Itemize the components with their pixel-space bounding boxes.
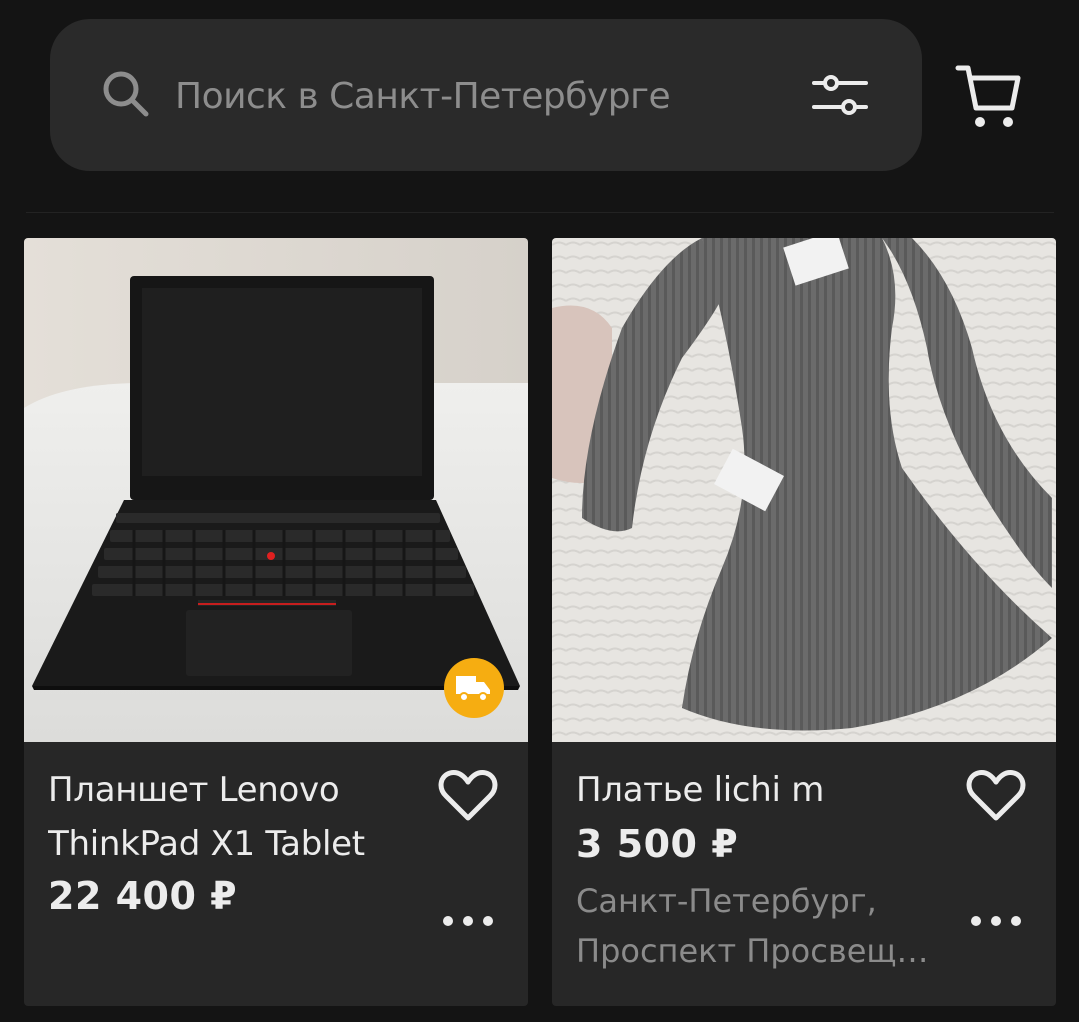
delivery-truck-icon — [456, 676, 490, 702]
listing-title[interactable]: Планшет Lenovo ThinkPad X1 Tablet — [48, 763, 418, 871]
listing-title-line: ThinkPad X1 Tablet — [48, 824, 365, 864]
listing-title-line: Платье lichi m — [576, 770, 825, 810]
filter-sliders-icon[interactable] — [810, 70, 870, 120]
header-divider — [26, 212, 1054, 213]
address-line: Проспект Просвещения — [576, 932, 931, 970]
listing-price: 22 400 ₽ — [48, 874, 238, 918]
more-dots-icon[interactable] — [964, 906, 1028, 936]
address-line: Санкт-Петербург, — [576, 882, 877, 920]
listing-photo[interactable] — [24, 238, 528, 742]
listing-title-line: Планшет Lenovo — [48, 770, 340, 810]
search-input[interactable]: Поиск в Санкт-Петербурге — [175, 72, 671, 122]
listing-price: 3 500 ₽ — [576, 822, 739, 866]
listing-title[interactable]: Платье lichi m — [576, 763, 946, 817]
heart-icon[interactable] — [438, 768, 498, 824]
delivery-badge — [444, 658, 504, 718]
search-icon — [103, 71, 149, 117]
listing-card[interactable]: Платье lichi m 3 500 ₽ Санкт-Петербург, … — [552, 238, 1056, 1006]
more-dots-icon[interactable] — [436, 906, 500, 936]
listing-address: Санкт-Петербург, Проспект Просвещения — [576, 876, 931, 976]
cart-icon[interactable] — [954, 62, 1024, 132]
listing-photo[interactable] — [552, 238, 1056, 742]
heart-icon[interactable] — [966, 768, 1026, 824]
listing-card[interactable]: Планшет Lenovo ThinkPad X1 Tablet 22 400… — [24, 238, 528, 1006]
